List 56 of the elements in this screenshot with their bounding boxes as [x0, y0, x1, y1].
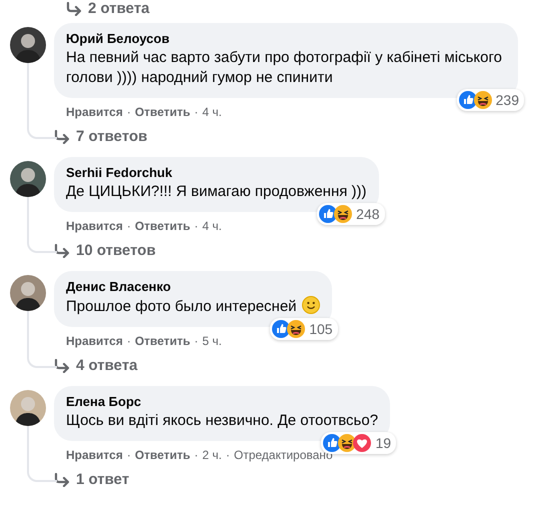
- author-name[interactable]: Юрий Белоусов: [66, 31, 506, 46]
- laughing-face-icon: [334, 205, 352, 223]
- laughing-face-icon: [474, 91, 492, 109]
- reaction-count: 239: [496, 92, 519, 108]
- avatar[interactable]: [10, 390, 46, 426]
- reactions-badge[interactable]: 19: [321, 432, 396, 454]
- thumbs-up-icon: [458, 91, 477, 109]
- reply-link[interactable]: Ответить: [134, 219, 190, 233]
- reply-arrow-icon: [66, 2, 82, 16]
- replies-link[interactable]: 4 ответа: [54, 357, 138, 374]
- like-link[interactable]: Нравится: [66, 448, 123, 462]
- laughing-face-icon: [287, 320, 306, 338]
- comment-time[interactable]: 4 ч.: [202, 219, 222, 233]
- avatar[interactable]: [10, 275, 46, 311]
- comment-text: Прошлое фото было интересней: [66, 298, 297, 315]
- reaction-count: 19: [375, 435, 392, 451]
- reply-link[interactable]: Ответить: [134, 105, 190, 119]
- comment-text: Де ЦИЦЬКИ?!!! Я вимагаю продовження ))): [66, 183, 367, 200]
- comment-time[interactable]: 2 ч.: [202, 448, 222, 462]
- comment-time[interactable]: 5 ч.: [202, 334, 222, 348]
- separator-dot: ·: [194, 219, 198, 233]
- like-link[interactable]: Нравится: [66, 334, 123, 348]
- reply-link[interactable]: Ответить: [134, 448, 190, 462]
- avatar[interactable]: [10, 161, 46, 197]
- separator-dot: ·: [226, 448, 230, 462]
- reply-arrow-icon: [54, 244, 70, 258]
- smiley-icon: [302, 296, 320, 314]
- author-name[interactable]: Serhii Fedorchuk: [66, 165, 367, 180]
- like-link[interactable]: Нравится: [66, 105, 123, 119]
- reply-arrow-icon: [54, 472, 70, 486]
- reactions-badge[interactable]: 248: [317, 203, 385, 225]
- separator-dot: ·: [194, 105, 198, 119]
- reaction-count: 248: [356, 206, 380, 222]
- reply-arrow-icon: [54, 130, 70, 144]
- separator-dot: ·: [194, 448, 198, 462]
- replies-link[interactable]: 10 ответов: [54, 242, 156, 259]
- reaction-count: 105: [309, 321, 333, 337]
- separator-dot: ·: [126, 219, 131, 233]
- comment-time[interactable]: 4 ч.: [202, 105, 222, 119]
- separator-dot: ·: [126, 105, 131, 119]
- reactions-badge[interactable]: 105: [270, 318, 338, 340]
- replies-link[interactable]: 1 ответ: [54, 471, 130, 488]
- replies-link[interactable]: 7 ответов: [54, 128, 148, 145]
- comment-text: На певний час варто забути про фотографії у кабінеті міського голови )))) народний гумор не спинити: [66, 49, 502, 86]
- author-name[interactable]: Денис Власенко: [66, 279, 320, 294]
- separator-dot: ·: [126, 334, 131, 348]
- avatar[interactable]: [10, 27, 46, 63]
- like-link[interactable]: Нравится: [66, 219, 123, 233]
- separator-dot: ·: [194, 334, 198, 348]
- separator-dot: ·: [126, 448, 131, 462]
- reply-link[interactable]: Ответить: [134, 334, 190, 348]
- replies-link[interactable]: 2 ответа: [66, 0, 150, 17]
- reply-arrow-icon: [54, 358, 70, 372]
- author-name[interactable]: Елена Борс: [66, 394, 378, 409]
- comment-text: Щось ви вдіті якось незвично. Де отоотвсьо?: [66, 412, 378, 429]
- reactions-badge[interactable]: 239: [456, 89, 524, 111]
